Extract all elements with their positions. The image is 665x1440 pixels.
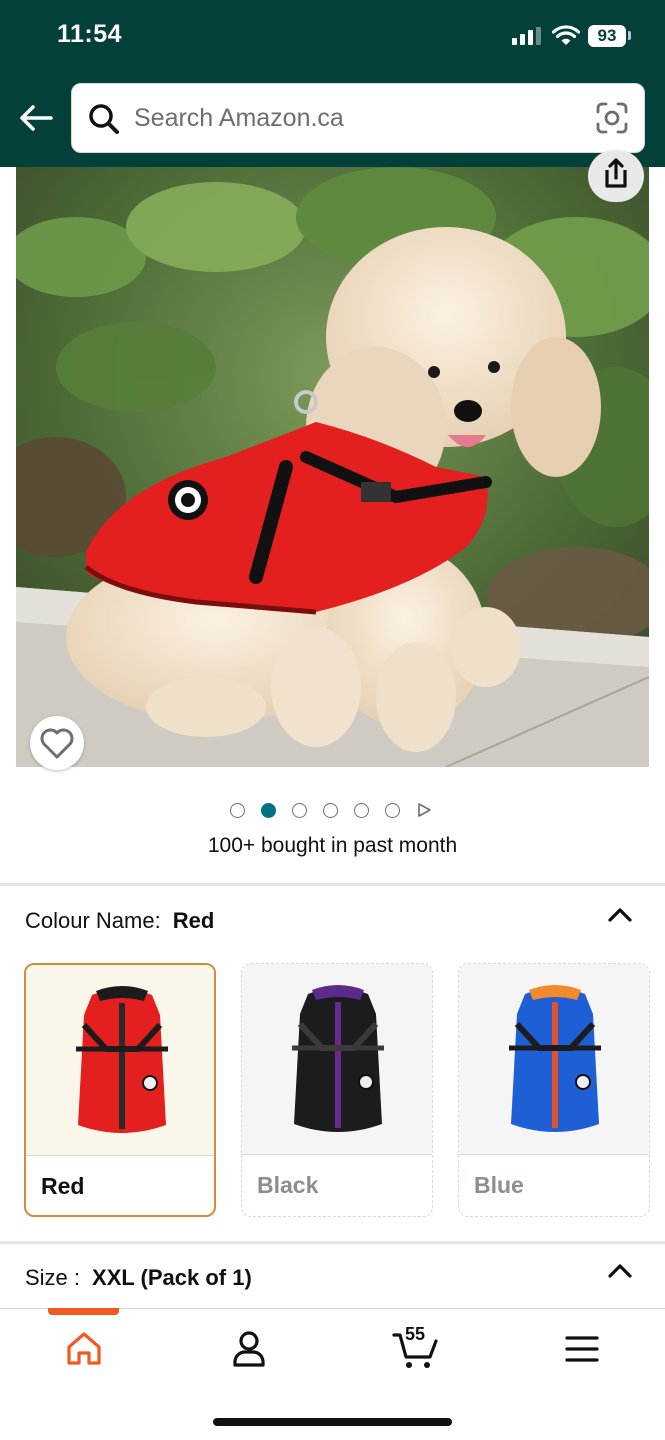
swatch-image-blue: [459, 964, 649, 1154]
colour-selected-value: Red: [172, 908, 215, 933]
status-time: 11:54: [57, 20, 123, 48]
colour-option-black[interactable]: Black: [241, 963, 433, 1217]
swatch-image-black: [242, 964, 432, 1154]
search-input[interactable]: Search Amazon.ca: [134, 84, 574, 152]
swatch-label-black: Black: [242, 1154, 432, 1216]
colour-option-blue[interactable]: Blue: [458, 963, 650, 1217]
cart-count-badge: 55: [405, 1324, 426, 1344]
active-tab-indicator: [48, 1308, 119, 1315]
home-indicator: [213, 1418, 452, 1426]
swatch-image-red: [26, 965, 214, 1155]
search-bar[interactable]: Search Amazon.ca: [71, 83, 645, 153]
size-label: Size :: [25, 1265, 81, 1290]
camera-scan-icon[interactable]: [595, 101, 629, 135]
home-icon[interactable]: [62, 1327, 106, 1371]
colour-label: Colour Name:: [25, 908, 161, 933]
battery-cap: [628, 31, 631, 40]
account-icon[interactable]: [227, 1327, 271, 1371]
swatch-label-red: Red: [26, 1155, 214, 1215]
size-selected-value: XXL (Pack of 1): [92, 1265, 252, 1290]
carousel-dot-active[interactable]: [261, 802, 276, 818]
back-arrow-icon[interactable]: [18, 100, 54, 136]
search-icon[interactable]: [88, 103, 120, 135]
carousel-dot[interactable]: [385, 802, 400, 818]
section-divider: [0, 1241, 665, 1244]
chevron-up-icon[interactable]: [606, 906, 634, 924]
battery-level: 93: [588, 25, 626, 47]
product-image[interactable]: [16, 167, 649, 767]
swatch-label-blue: Blue: [459, 1154, 649, 1216]
chevron-up-icon[interactable]: [606, 1262, 634, 1280]
video-play-icon[interactable]: [416, 802, 432, 818]
carousel-dot[interactable]: [323, 802, 338, 818]
carousel-dot[interactable]: [230, 802, 245, 818]
wifi-icon: [552, 25, 580, 45]
wishlist-button[interactable]: [30, 716, 84, 770]
bought-in-past-month: 100+ bought in past month: [207, 834, 458, 857]
image-carousel-indicator[interactable]: [230, 802, 432, 818]
heart-icon: [40, 728, 74, 759]
colour-option-red[interactable]: Red: [24, 963, 216, 1217]
colour-name-row: Colour Name: Red: [25, 908, 214, 934]
share-icon: [605, 158, 627, 188]
cellular-signal-icon: [512, 27, 542, 45]
share-button[interactable]: [588, 150, 644, 202]
carousel-dot[interactable]: [292, 802, 307, 818]
carousel-dot[interactable]: [354, 802, 369, 818]
section-divider: [0, 883, 665, 886]
size-row: Size : XXL (Pack of 1): [25, 1265, 252, 1291]
menu-icon[interactable]: [560, 1327, 604, 1371]
